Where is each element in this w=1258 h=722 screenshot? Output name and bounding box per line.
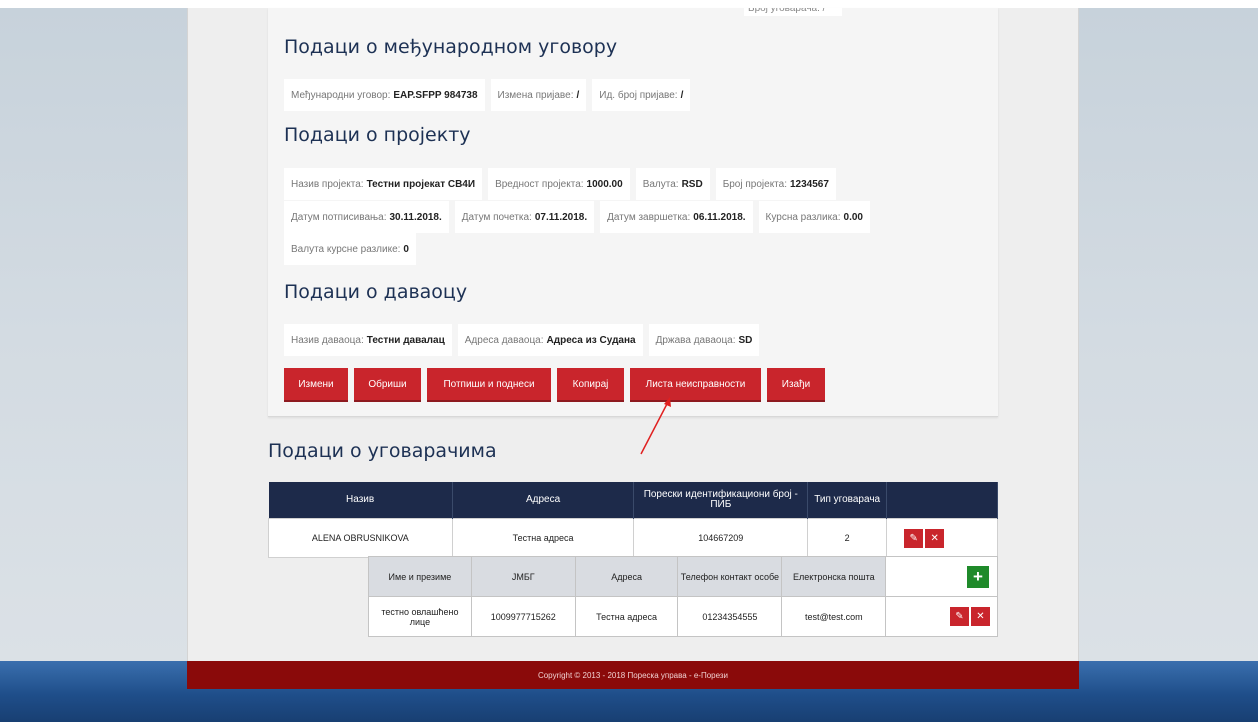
cell-full-name: тестно овлашћено лице (368, 596, 472, 637)
column-header-person-address: Адреса (574, 556, 679, 597)
pencil-icon[interactable]: ✎ (904, 528, 924, 548)
close-icon[interactable]: ✕ (925, 528, 945, 548)
close-icon[interactable]: ✕ (971, 607, 990, 626)
contractors-table-header: Назив Адреса Порески идентификациони бро… (268, 482, 998, 519)
cell-jmbg: 1009977715262 (470, 596, 576, 637)
column-header-name: Назив (268, 482, 453, 519)
cell-actions: ✎ ✕ (886, 518, 998, 558)
action-buttons: Измени Обриши Потпиши и поднеси Копирај … (284, 368, 825, 400)
persons-table-header: Име и презиме ЈМБГ Адреса Телефон контак… (368, 556, 998, 597)
field-donor-name: Назив даваоца: Тестни давалац (284, 324, 452, 356)
column-header-jmbg: ЈМБГ (470, 556, 576, 597)
annotation-arrow-icon (640, 397, 671, 455)
field-exchange-difference: Курсна разлика: 0.00 (758, 201, 870, 233)
field-project-name: Назив пројекта: Тестни пројекат СВ4И (284, 168, 483, 200)
field-currency: Валута: RSD (635, 168, 710, 200)
international-section-title: Подаци о међународном уговору (284, 36, 618, 58)
field-application-id: Ид. број пријаве: / (592, 79, 691, 111)
donor-section-title: Подаци о даваоцу (284, 281, 468, 303)
cell-tax-id: 104667209 (633, 518, 809, 558)
field-start-date: Датум почетка: 07.11.2018. (454, 201, 595, 233)
field-donor-country: Држава даваоца: SD (648, 324, 760, 356)
footer: Copyright © 2013 - 2018 Пореска управа -… (187, 661, 1079, 689)
copyright-text: Copyright © 2013 - 2018 Пореска управа -… (537, 670, 729, 680)
donor-fields: Назив даваоца: Тестни давалац Адреса дава… (284, 324, 760, 356)
edit-button[interactable]: Измени (284, 368, 348, 400)
column-header-tax-id: Порески идентификациони број - ПИБ (633, 482, 809, 519)
top-cut-off-field: Број уговарача: / (744, 8, 842, 16)
contractors-section-title: Подаци о уговарачима (268, 440, 497, 462)
column-header-phone: Телефон контакт особе (677, 556, 783, 597)
copy-button[interactable]: Копирај (557, 368, 624, 400)
sign-and-submit-button[interactable]: Потпиши и поднеси (427, 368, 551, 400)
column-header-address: Адреса (452, 482, 635, 519)
project-fields-row-2: Датум потписивања: 30.11.2018. Датум поче… (284, 201, 870, 233)
field-signing-date: Датум потписивања: 30.11.2018. (284, 201, 449, 233)
cell-phone: 01234354555 (677, 596, 783, 637)
field-project-value: Вредност пројекта: 1000.00 (488, 168, 630, 200)
cell-address: Тестна адреса (451, 518, 635, 558)
international-fields: Међународни уговор: EAP.SFPP 984738 Измен… (284, 79, 691, 111)
cell-person-address: Тестна адреса (574, 596, 679, 637)
exit-button[interactable]: Изађи (767, 368, 825, 400)
delete-button[interactable]: Обриши (354, 368, 421, 400)
authorized-persons-table: Име и презиме ЈМБГ Адреса Телефон контак… (368, 556, 998, 637)
cell-contractor-type: 2 (807, 518, 888, 558)
background-left (0, 8, 187, 661)
project-section-title: Подаци о пројекту (284, 124, 471, 146)
project-fields-row-3: Валута курсне разлике: 0 (284, 233, 416, 265)
column-header-email: Електронска пошта (781, 556, 887, 597)
field-end-date: Датум завршетка: 06.11.2018. (600, 201, 753, 233)
cell-email: test@test.com (781, 596, 887, 637)
column-header-full-name: Име и презиме (368, 556, 472, 597)
project-fields-row-1: Назив пројекта: Тестни пројекат СВ4И Вред… (284, 168, 836, 200)
background-right (1079, 8, 1258, 661)
field-donor-address: Адреса даваоца: Адреса из Судана (457, 324, 643, 356)
main-content: Број уговарача: / Подаци о међународном … (187, 8, 1079, 661)
cell-name: ALENA OBRUSNIKOVA (268, 518, 453, 558)
field-project-number: Број пројекта: 1234567 (715, 168, 836, 200)
field-exchange-currency: Валута курсне разлике: 0 (284, 233, 416, 265)
details-panel: Број уговарача: / Подаци о међународном … (268, 8, 998, 417)
field-international-contract: Међународни уговор: EAP.SFPP 984738 (284, 79, 485, 111)
pencil-icon[interactable]: ✎ (950, 607, 969, 626)
table-row: ALENA OBRUSNIKOVA Тестна адреса 10466720… (268, 518, 998, 558)
cell-person-actions: ✎ ✕ (885, 596, 998, 637)
column-header-actions (886, 482, 998, 519)
contractors-table: Назив Адреса Порески идентификациони бро… (268, 482, 998, 558)
column-header-contractor-type: Тип уговарача (807, 482, 888, 519)
column-header-add: + (885, 556, 998, 597)
plus-icon[interactable]: + (967, 565, 989, 588)
table-row: тестно овлашћено лице 1009977715262 Тест… (368, 596, 998, 637)
field-application-change: Измена пријаве: / (490, 79, 587, 111)
